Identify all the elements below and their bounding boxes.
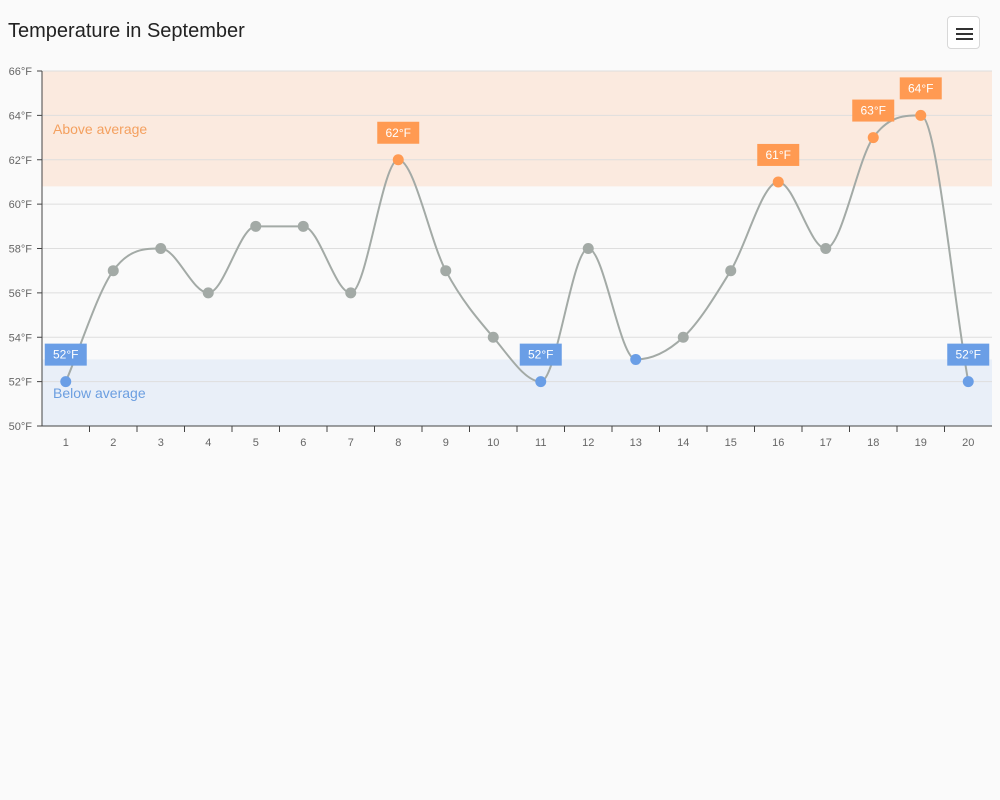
plot-band-1 (42, 359, 992, 426)
x-tick-label: 7 (348, 437, 354, 449)
x-tick-label: 6 (300, 437, 306, 449)
data-point (60, 376, 72, 388)
data-point (630, 353, 642, 365)
x-tick-label: 5 (253, 437, 259, 449)
data-point (915, 109, 927, 121)
x-tick-label: 2 (110, 437, 116, 449)
data-point (535, 376, 547, 388)
data-label: 52°F (528, 348, 553, 362)
y-tick-label: 54°F (9, 332, 33, 344)
plot-band-label: Above average (53, 121, 147, 137)
x-tick-label: 14 (677, 437, 689, 449)
x-tick-label: 20 (962, 437, 974, 449)
x-tick-label: 19 (915, 437, 927, 449)
temperature-chart: Above averageBelow average50°F52°F54°F56… (9, 66, 992, 449)
data-point (820, 243, 832, 254)
y-tick-label: 66°F (9, 66, 33, 78)
x-tick-label: 10 (487, 437, 499, 449)
x-tick-label: 8 (395, 437, 401, 449)
y-tick-label: 56°F (9, 288, 33, 300)
x-tick-label: 17 (820, 437, 832, 449)
x-tick-label: 16 (772, 437, 784, 449)
data-label: 52°F (53, 348, 78, 362)
x-tick-label: 11 (535, 437, 546, 449)
data-point (202, 287, 214, 299)
data-label: 61°F (766, 148, 791, 162)
data-point (392, 154, 404, 166)
x-tick-label: 9 (443, 437, 449, 449)
y-tick-label: 62°F (9, 155, 33, 167)
data-point (345, 287, 357, 299)
data-label: 52°F (956, 348, 981, 362)
data-point (155, 243, 167, 254)
data-point (297, 220, 309, 232)
x-tick-label: 1 (63, 437, 69, 449)
x-tick-label: 3 (158, 437, 164, 449)
data-label: 63°F (861, 104, 886, 118)
data-point (487, 331, 499, 343)
y-tick-label: 60°F (9, 199, 33, 211)
x-tick-label: 4 (205, 437, 211, 449)
x-tick-label: 15 (725, 437, 737, 449)
y-tick-label: 52°F (9, 377, 33, 389)
data-point (250, 220, 262, 232)
data-point (962, 376, 974, 388)
x-tick-label: 12 (582, 437, 594, 449)
plot-band-label: Below average (53, 385, 146, 401)
data-label: 62°F (386, 126, 411, 140)
data-point (582, 243, 594, 254)
data-point (677, 331, 689, 343)
data-point (440, 265, 452, 277)
x-tick-label: 13 (630, 437, 642, 449)
data-point (107, 265, 119, 277)
data-point (725, 265, 737, 277)
data-point (772, 176, 784, 188)
data-point (867, 132, 879, 144)
x-tick-label: 18 (867, 437, 879, 449)
y-tick-label: 50°F (9, 421, 33, 433)
data-label: 64°F (908, 81, 933, 95)
y-tick-label: 58°F (9, 244, 33, 256)
y-tick-label: 64°F (9, 110, 33, 122)
plot-band-0 (42, 71, 992, 187)
